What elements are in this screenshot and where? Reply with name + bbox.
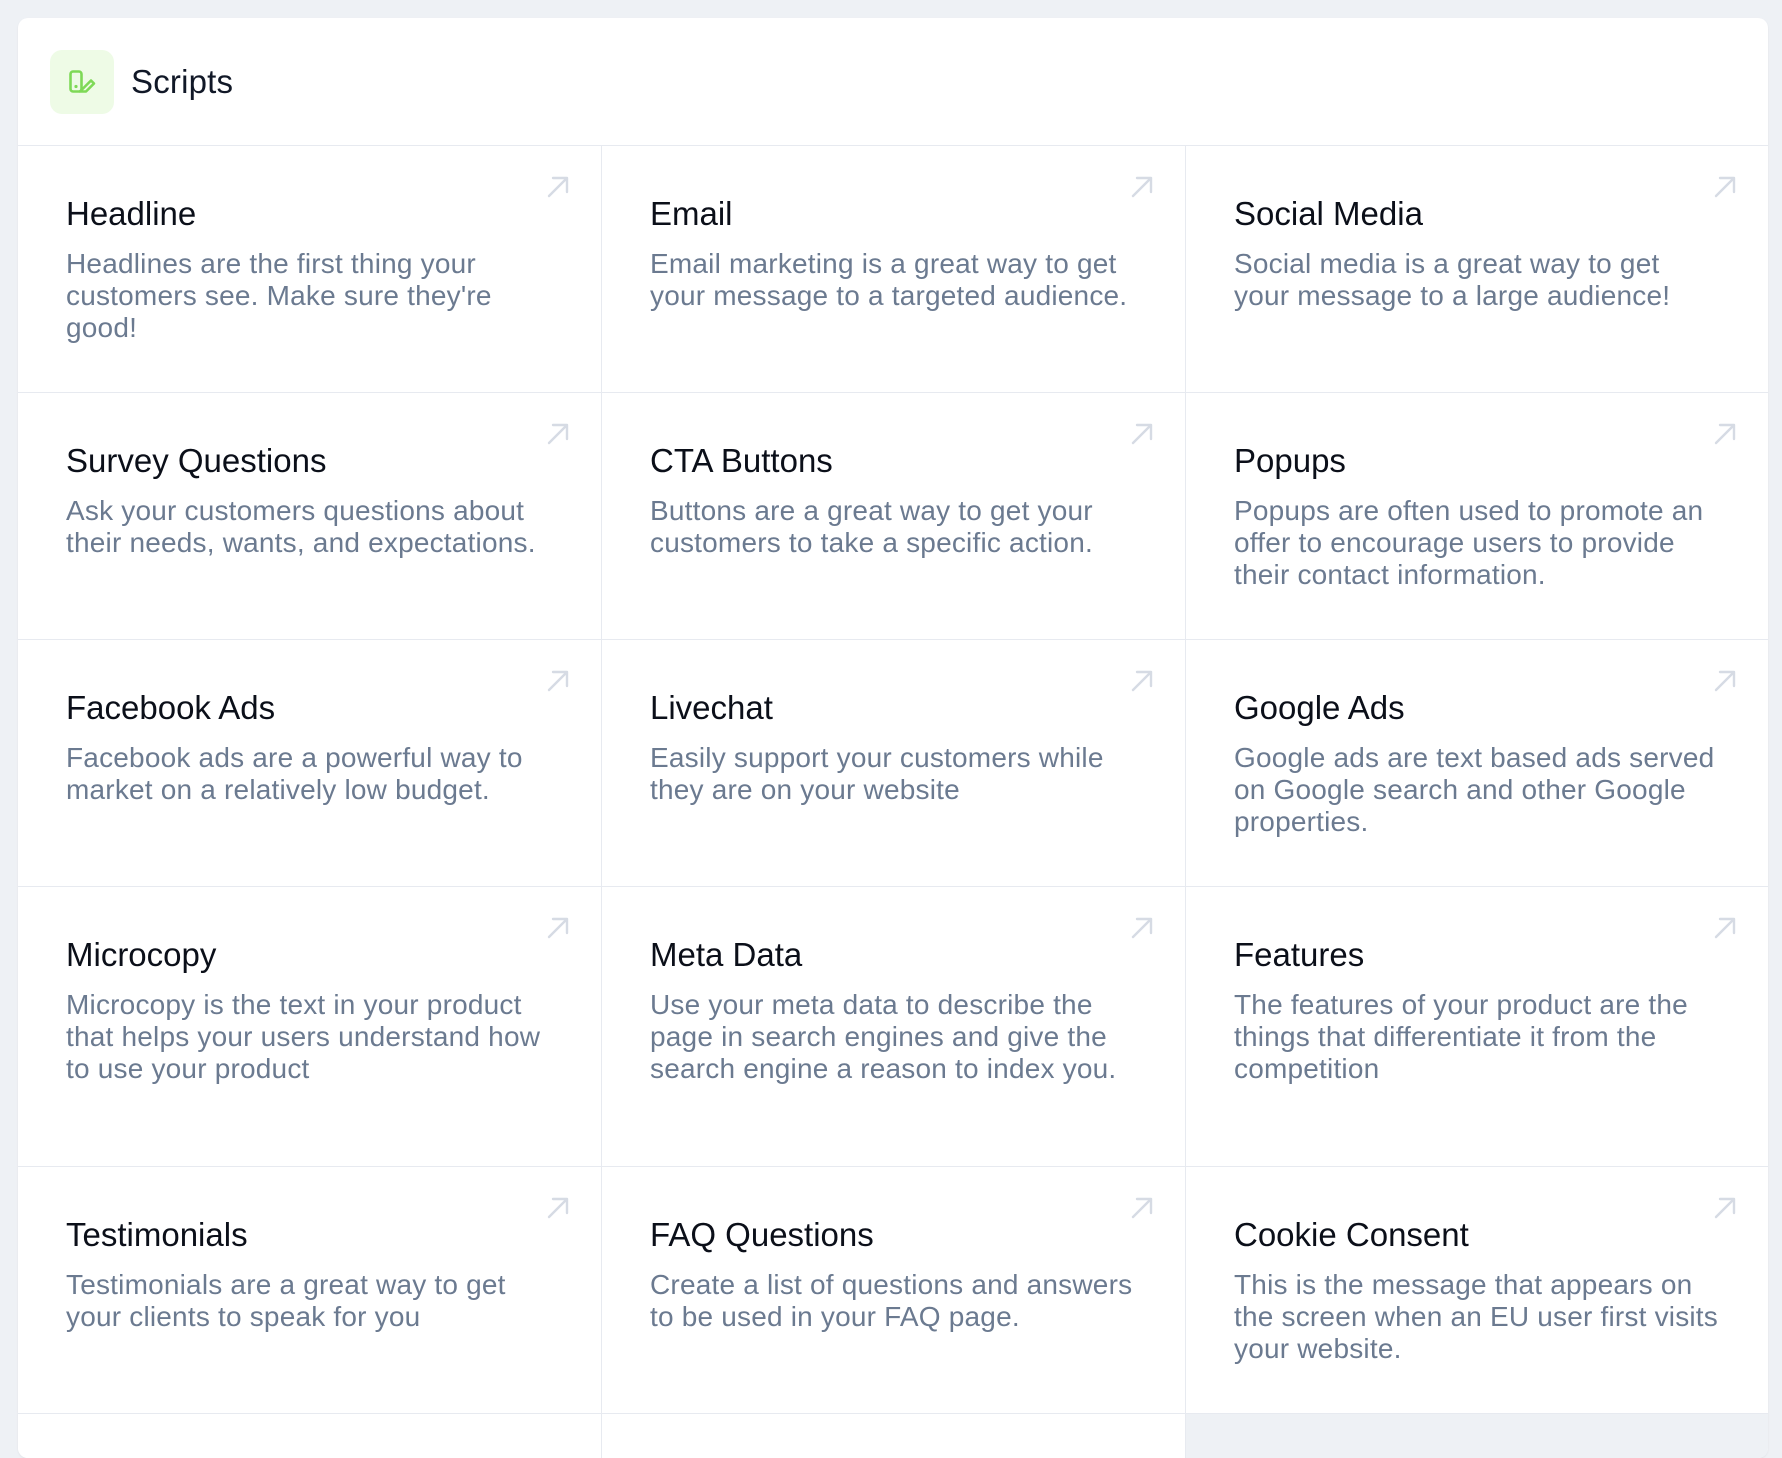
card-title: FAQ Questions (650, 1216, 874, 1253)
partial-card[interactable] (18, 1414, 602, 1458)
arrow-up-right-icon (1131, 670, 1153, 692)
card-description: This is the message that appears on the … (1234, 1269, 1718, 1365)
card-title: Facebook Ads (66, 689, 276, 726)
arrow-up-right-icon (1714, 176, 1736, 198)
empty-cell (1186, 1414, 1768, 1458)
arrow-up-right-icon (1131, 1197, 1153, 1219)
card-description: Social media is a great way to get your … (1234, 248, 1671, 312)
card-description: Easily support your customers while they… (650, 742, 1104, 806)
card-title: Features (1234, 936, 1365, 973)
card-microcopy[interactable]: Microcopy Microcopy is the text in your … (18, 887, 602, 1167)
card-features[interactable]: Features The features of your product ar… (1186, 887, 1768, 1167)
card-description: Facebook ads are a powerful way to marke… (66, 742, 523, 806)
card-description: Popups are often used to promote an offe… (1234, 495, 1704, 591)
card-title: Survey Questions (66, 442, 327, 479)
card-faq-questions[interactable]: FAQ Questions Create a list of questions… (602, 1167, 1186, 1414)
arrow-up-right-icon (1714, 1197, 1736, 1219)
card-title: Cookie Consent (1234, 1216, 1469, 1253)
card-description: Email marketing is a great way to get yo… (650, 248, 1128, 312)
card-title: Social Media (1234, 195, 1423, 232)
arrow-up-right-icon (1714, 423, 1736, 445)
arrow-up-right-icon (1714, 670, 1736, 692)
partial-card[interactable] (602, 1414, 1186, 1458)
scripts-icon (50, 49, 114, 114)
card-title: Microcopy (66, 936, 217, 973)
card-description: Use your meta data to describe the page … (650, 989, 1117, 1085)
card-meta-data[interactable]: Meta Data Use your meta data to describe… (602, 887, 1186, 1167)
arrow-up-right-icon (1131, 917, 1153, 939)
card-livechat[interactable]: Livechat Easily support your customers w… (602, 640, 1186, 887)
arrow-up-right-icon (1714, 917, 1736, 939)
card-google-ads[interactable]: Google Ads Google ads are text based ads… (1186, 640, 1768, 887)
arrow-up-right-icon (547, 423, 569, 445)
arrow-up-right-icon (547, 1197, 569, 1219)
arrow-up-right-icon (547, 176, 569, 198)
card-description: Headlines are the first thing your custo… (66, 248, 492, 344)
card-description: Buttons are a great way to get your cust… (650, 495, 1093, 559)
card-title: Testimonials (66, 1216, 248, 1253)
card-title: Meta Data (650, 936, 803, 973)
panel-header: Scripts (18, 18, 1768, 146)
card-email[interactable]: Email Email marketing is a great way to … (602, 146, 1186, 393)
card-title: Google Ads (1234, 689, 1405, 726)
card-testimonials[interactable]: Testimonials Testimonials are a great wa… (18, 1167, 602, 1414)
scripts-panel: Scripts Headline Headlines are the first… (18, 18, 1768, 1458)
arrow-up-right-icon (547, 670, 569, 692)
card-facebook-ads[interactable]: Facebook Ads Facebook ads are a powerful… (18, 640, 602, 887)
card-title: Email (650, 195, 733, 232)
card-popups[interactable]: Popups Popups are often used to promote … (1186, 393, 1768, 640)
page-title: Scripts (131, 62, 234, 100)
card-description: Microcopy is the text in your product th… (66, 989, 541, 1085)
card-title: Livechat (650, 689, 773, 726)
scripts-grid: Headline Headlines are the first thing y… (18, 146, 1768, 1458)
card-title: CTA Buttons (650, 442, 833, 479)
card-title: Popups (1234, 442, 1346, 479)
card-social-media[interactable]: Social Media Social media is a great way… (1186, 146, 1768, 393)
card-description: Testimonials are a great way to get your… (66, 1269, 506, 1333)
card-description: The features of your product are the thi… (1234, 989, 1688, 1085)
arrow-up-right-icon (1131, 176, 1153, 198)
card-headline[interactable]: Headline Headlines are the first thing y… (18, 146, 602, 393)
card-title: Headline (66, 195, 197, 232)
arrow-up-right-icon (547, 917, 569, 939)
card-description: Ask your customers questions about their… (66, 495, 536, 559)
arrow-up-right-icon (1131, 423, 1153, 445)
card-survey-questions[interactable]: Survey Questions Ask your customers ques… (18, 393, 602, 640)
card-cookie-consent[interactable]: Cookie Consent This is the message that … (1186, 1167, 1768, 1414)
card-description: Create a list of questions and answers t… (650, 1269, 1133, 1333)
card-cta-buttons[interactable]: CTA Buttons Buttons are a great way to g… (602, 393, 1186, 640)
card-description: Google ads are text based ads served on … (1234, 742, 1715, 838)
